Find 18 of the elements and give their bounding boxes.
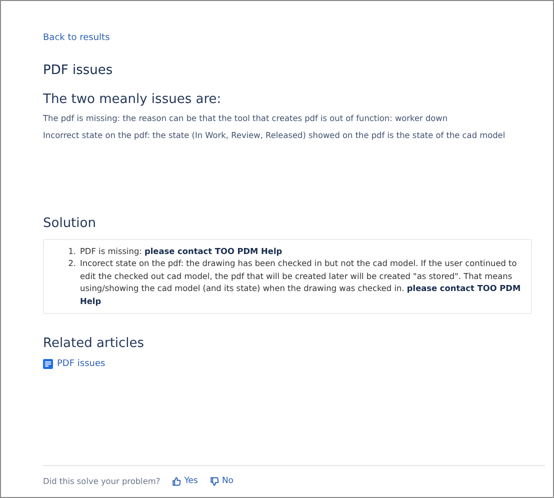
- list-item-text: Incorect state on the pdf: the drawing has been checked in but not the cad model. If the user continued to edit the checked out cad model, the pdf that will be created later will be created "as stored". That means using/showing the cad model (and its state) when the drawing was checked in. please contact TOO PDM Help: [80, 257, 522, 308]
- no-button[interactable]: No: [210, 476, 234, 486]
- paragraph: The pdf is missing: the reason can be that the tool that creates pdf is out of function: worker down: [43, 113, 449, 123]
- back-link[interactable]: Back to results: [43, 33, 110, 43]
- document-icon: [43, 359, 53, 370]
- article-link[interactable]: PDF issues: [57, 359, 106, 370]
- paragraph: Incorrect state on the pdf: the state (In Work, Review, Released) showed on the pdf is the state of the cad model: [43, 130, 506, 140]
- list-number: 1.: [67, 245, 76, 258]
- list-item-text: PDF is missing: please contact TOO PDM Help: [80, 245, 282, 258]
- section-heading: Solution: [43, 216, 97, 231]
- thumbs-up-icon: [172, 476, 182, 486]
- page-title: PDF issues: [43, 63, 114, 78]
- yes-button[interactable]: Yes: [172, 476, 198, 486]
- thumbs-down-icon: [210, 476, 219, 486]
- section-heading: The two meanly issues are:: [43, 92, 222, 107]
- section-heading: Related articles: [43, 336, 146, 352]
- list-number: 2.: [67, 257, 76, 270]
- feedback-question: Did this solve your problem?: [43, 476, 160, 486]
